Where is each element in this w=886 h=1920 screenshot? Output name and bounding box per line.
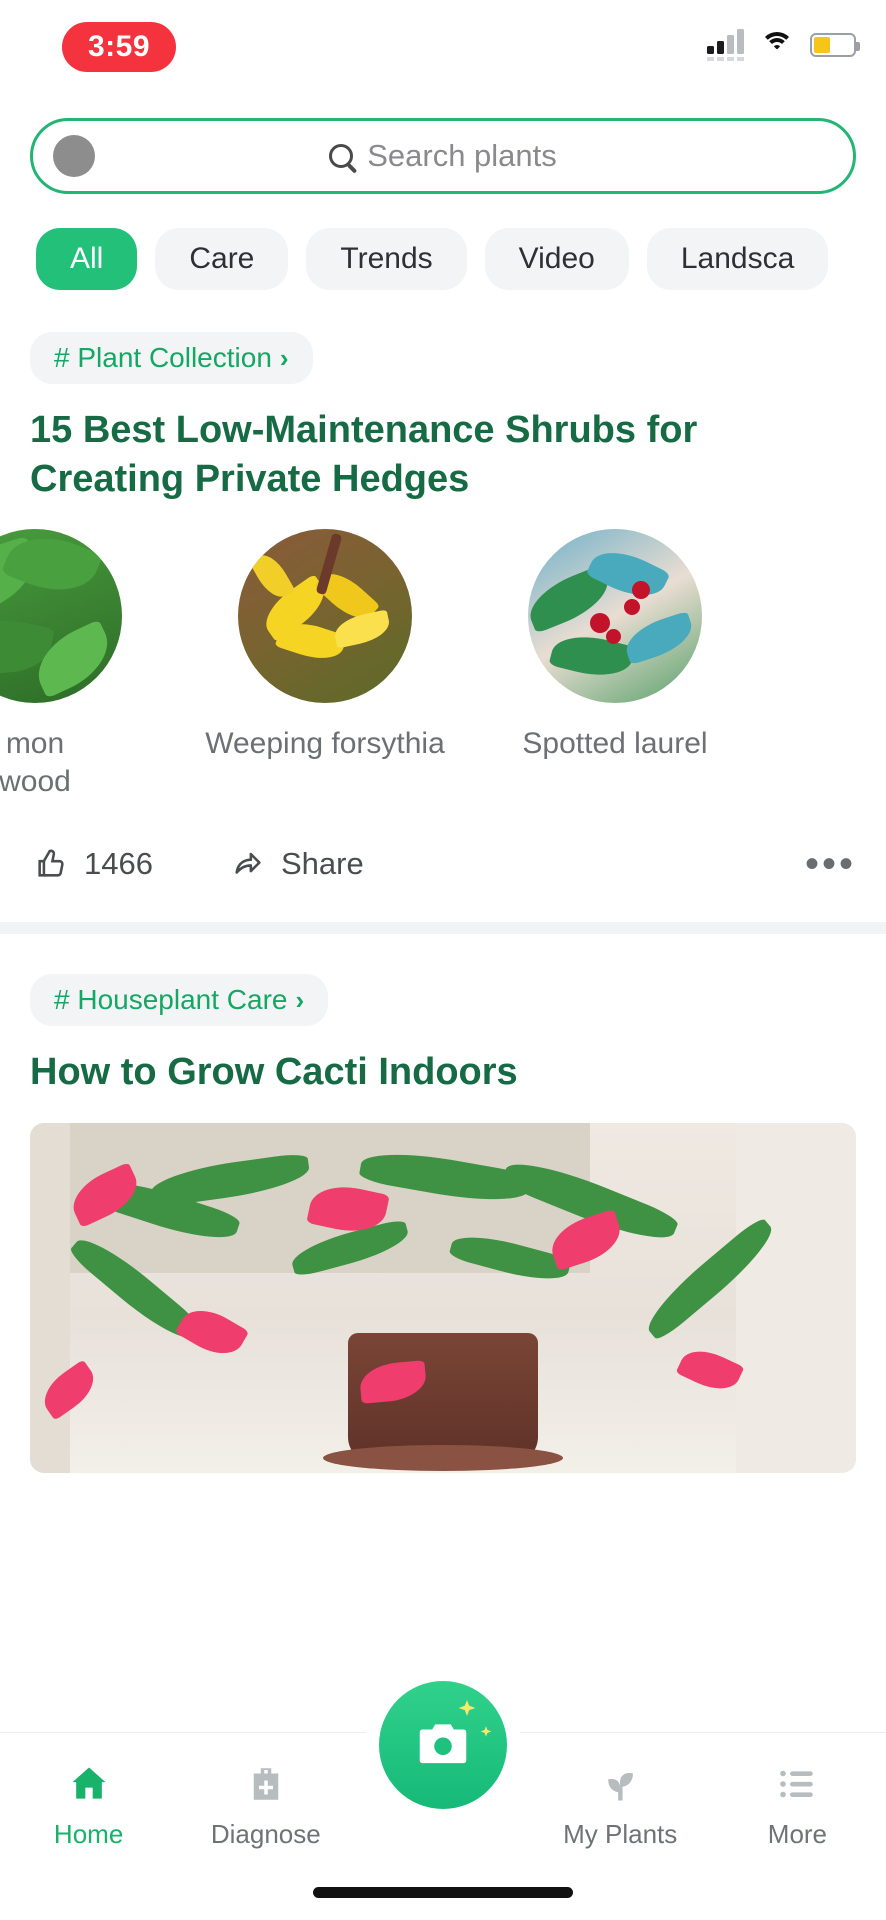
home-indicator: [313, 1887, 573, 1898]
plant-thumbnail-row: mon wood Weeping forsythia Spotted laure…: [0, 503, 886, 800]
filter-chip-landscaping[interactable]: Landsca: [646, 228, 829, 290]
spotted-laurel-thumb: [528, 529, 702, 704]
sidebar-item-more[interactable]: More: [709, 1759, 886, 1850]
status-time: 3:59: [62, 22, 177, 72]
category-tag-houseplant-care[interactable]: # Houseplant Care ›: [30, 974, 329, 1027]
article-card-shrubs[interactable]: # Plant Collection › 15 Best Low-Mainten…: [0, 290, 886, 923]
search-icon: [329, 144, 354, 168]
christmas-cactus-photo[interactable]: [30, 1122, 856, 1473]
search-placeholder: Search plants: [367, 138, 557, 173]
more-dots-icon[interactable]: •••: [805, 844, 856, 884]
seedling-icon: [532, 1759, 709, 1809]
sidebar-item-my-plants[interactable]: My Plants: [532, 1759, 709, 1850]
share-button[interactable]: Share: [231, 846, 364, 882]
plant-item-forsythia[interactable]: Weeping forsythia: [180, 529, 470, 800]
sidebar-item-diagnose[interactable]: Diagnose: [177, 1759, 354, 1850]
like-button[interactable]: 1466: [34, 846, 153, 882]
filter-chip-video[interactable]: Video: [484, 228, 629, 290]
article-card-cacti[interactable]: # Houseplant Care › How to Grow Cacti In…: [0, 934, 886, 1473]
filter-chip-trends[interactable]: Trends: [306, 228, 467, 290]
sparkle-small-icon: [480, 1726, 492, 1737]
search-section: Search plants: [0, 96, 886, 194]
plant-label: mon wood: [0, 727, 71, 798]
category-tag-label: # Plant Collection: [54, 342, 272, 373]
filter-chip-all[interactable]: All: [36, 228, 138, 290]
status-indicators: [707, 28, 860, 61]
plant-item-spotted-laurel[interactable]: Spotted laurel: [470, 529, 760, 800]
nav-label: Home: [53, 1819, 124, 1849]
nav-label: My Plants: [563, 1819, 678, 1849]
plant-item-boxwood[interactable]: mon wood: [0, 529, 180, 800]
category-tag-plant-collection[interactable]: # Plant Collection ›: [30, 332, 313, 384]
app-screen: 3:59 Search plants All Care Trends Video…: [0, 0, 886, 1920]
home-icon: [0, 1759, 177, 1809]
filter-chip-care[interactable]: Care: [155, 228, 289, 290]
plant-label: Weeping forsythia: [205, 727, 445, 761]
bottom-navigation: Home Diagnose My Plants More: [0, 1681, 886, 1920]
filter-chips: All Care Trends Video Landsca: [0, 194, 886, 290]
chevron-right-icon: ›: [279, 342, 289, 373]
plant-label: Spotted laurel: [522, 727, 708, 761]
camera-button[interactable]: [379, 1681, 507, 1809]
section-divider: [0, 922, 886, 935]
signal-bars-icon: [707, 28, 744, 61]
nav-label: Diagnose: [210, 1819, 321, 1849]
wifi-icon: [760, 31, 794, 58]
nav-label: More: [767, 1819, 828, 1849]
search-input[interactable]: Search plants: [30, 118, 856, 194]
battery-icon: [810, 32, 860, 57]
article-title: 15 Best Low-Maintenance Shrubs for Creat…: [30, 409, 698, 500]
common-boxwood-thumb: [0, 529, 122, 704]
status-bar: 3:59: [0, 0, 886, 96]
like-count: 1466: [84, 846, 153, 882]
medical-kit-icon: [177, 1759, 354, 1809]
share-icon: [235, 853, 261, 875]
article-title: How to Grow Cacti Indoors: [30, 1051, 518, 1094]
list-icon: [709, 1759, 886, 1809]
card-actions: 1466 Share •••: [0, 800, 886, 922]
thumbs-up-icon: [38, 849, 64, 877]
sidebar-item-home[interactable]: Home: [0, 1759, 177, 1850]
weeping-forsythia-thumb: [238, 529, 412, 704]
chevron-right-icon: ›: [295, 984, 305, 1015]
category-tag-label: # Houseplant Care: [54, 984, 288, 1016]
share-label: Share: [280, 846, 364, 882]
